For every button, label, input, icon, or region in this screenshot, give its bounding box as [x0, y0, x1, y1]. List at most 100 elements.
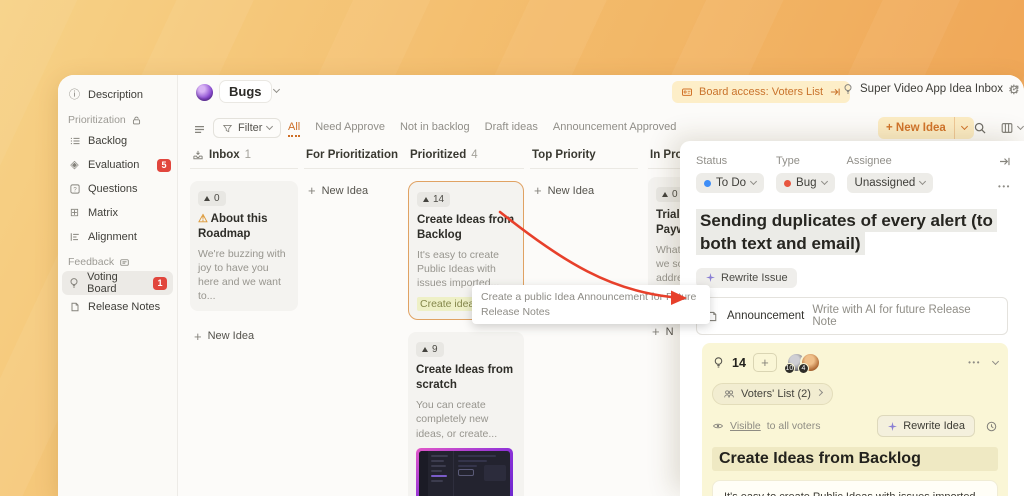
settings-gear-icon[interactable]: ⚙	[1008, 82, 1020, 98]
more-options-icon[interactable]: •••	[998, 182, 1011, 191]
view-columns-button[interactable]	[1000, 121, 1023, 135]
sidebar-item-label: Voting Board	[87, 271, 146, 295]
collapse-panel-icon[interactable]	[998, 155, 1011, 168]
sidebar-item-label: Questions	[88, 183, 138, 195]
funnel-icon	[222, 123, 233, 134]
sidebar-section-label: Prioritization	[68, 114, 126, 126]
divider	[190, 168, 298, 169]
visibility-row: Visible to all voters Rewrite Idea	[712, 415, 998, 437]
rewrite-idea-button[interactable]: Rewrite Idea	[877, 415, 975, 437]
sidebar-item-questions[interactable]: Questions	[58, 177, 177, 201]
idea-vote-count: 14	[732, 356, 746, 370]
new-idea-button[interactable]: + New Idea	[878, 117, 974, 139]
card-about-this-roadmap[interactable]: 0 ⚠ About this Roadmap We're buzzing wit…	[190, 181, 298, 311]
chevron-right-icon	[816, 389, 823, 396]
sidebar-item-matrix[interactable]: ⊞ Matrix	[58, 201, 177, 225]
chevron-down-icon[interactable]	[273, 86, 280, 93]
new-idea-dropdown[interactable]	[954, 117, 974, 139]
avatar[interactable]: 4	[800, 352, 821, 373]
sidebar-section-feedback[interactable]: Feedback	[58, 249, 177, 271]
workspace-link[interactable]: Super Video App Idea Inbox	[842, 83, 1020, 95]
ai-sparkle-icon	[705, 272, 716, 283]
ai-sparkle-icon	[887, 421, 898, 432]
sidebar-item-voting-board[interactable]: Voting Board 1	[62, 271, 173, 295]
column-for-prioritization: For Prioritization +New Idea	[304, 145, 408, 198]
new-idea-row[interactable]: +New Idea	[530, 183, 638, 198]
field-row: Status To Do Type Bug Assignee Unassigne…	[696, 155, 1010, 193]
column-top-priority: Top Priority +New Idea	[530, 145, 638, 198]
add-voter-button[interactable]: +	[753, 353, 777, 372]
sidebar-item-evaluation[interactable]: ◈ Evaluation 5	[58, 153, 177, 177]
idea-title[interactable]: Create Ideas from Backlog	[712, 447, 998, 471]
board-avatar[interactable]	[196, 84, 213, 101]
search-icon[interactable]	[973, 121, 987, 135]
card-body: We're buzzing with joy to have you here …	[198, 247, 290, 304]
type-dropdown[interactable]: Bug	[776, 173, 834, 193]
column-header: Inbox 1	[190, 145, 298, 168]
column-name: Inbox	[209, 149, 240, 161]
avatar-badge: 10	[784, 363, 795, 374]
vote-badge: 9	[416, 342, 444, 357]
voters-list-button[interactable]: Voters' List (2)	[712, 383, 833, 405]
sidebar-item-description[interactable]: ⓘ Description	[58, 83, 177, 107]
column-name: In Pro	[650, 149, 683, 161]
field-label: Type	[776, 155, 834, 167]
tab-all[interactable]: All	[288, 121, 300, 137]
tab-not-in-backlog[interactable]: Not in backlog	[400, 121, 470, 137]
column-count: 4	[471, 149, 477, 161]
board-header: Bugs Board access: Voters List Super Vid…	[178, 75, 1024, 113]
board-title[interactable]: Bugs	[219, 80, 272, 103]
card-create-ideas-from-scratch[interactable]: 9 Create Ideas from scratch You can crea…	[408, 332, 524, 496]
more-options-icon[interactable]: •••	[968, 358, 981, 367]
card-title: Create Ideas from scratch	[416, 363, 516, 393]
tooltip: Create a public Idea Announcement for Fu…	[472, 285, 710, 324]
sidebar: ⓘ Description Prioritization Backlog ◈ E…	[58, 75, 178, 496]
info-icon: ⓘ	[68, 90, 81, 101]
document-icon	[68, 301, 81, 313]
sidebar-item-release-notes[interactable]: Release Notes	[58, 295, 177, 319]
chevron-down-icon[interactable]	[992, 358, 999, 365]
status-dropdown[interactable]: To Do	[696, 173, 764, 193]
visibility-link[interactable]: Visible	[730, 420, 761, 432]
chevron-down-icon	[266, 123, 273, 130]
rewrite-issue-button[interactable]: Rewrite Issue	[696, 268, 797, 288]
linked-idea-card: 14 + 10 4 ••• Voters' List (2) Visible t…	[702, 343, 1008, 496]
column-count: 1	[245, 149, 251, 161]
sidebar-section-prioritization[interactable]: Prioritization	[58, 107, 177, 129]
column-name: For Prioritization	[306, 149, 398, 161]
new-idea-row[interactable]: +New Idea	[190, 329, 298, 344]
tab-draft-ideas[interactable]: Draft ideas	[485, 121, 538, 137]
tab-announcement-approved[interactable]: Announcement Approved	[553, 121, 677, 137]
sidebar-item-label: Description	[88, 89, 143, 101]
list-icon	[68, 135, 81, 147]
sidebar-item-backlog[interactable]: Backlog	[58, 129, 177, 153]
question-icon	[68, 183, 81, 195]
new-idea-row[interactable]: +New Idea	[304, 183, 408, 198]
tab-need-approve[interactable]: Need Approve	[315, 121, 385, 137]
filter-label: Filter	[238, 122, 262, 134]
divider	[408, 168, 524, 169]
column-name: Top Priority	[532, 149, 596, 161]
divider	[530, 168, 638, 169]
sidebar-section-label: Feedback	[68, 256, 114, 268]
alignment-icon	[68, 231, 81, 243]
sidebar-item-alignment[interactable]: Alignment	[58, 225, 177, 249]
sidebar-item-label: Evaluation	[88, 159, 139, 171]
filter-button[interactable]: Filter	[213, 118, 281, 138]
arrow-bar-right-icon	[829, 86, 841, 98]
voter-avatars[interactable]: 10 4	[786, 352, 821, 373]
idea-vote-row: 14 + 10 4 •••	[712, 352, 998, 373]
inbox-tray-icon	[192, 149, 204, 161]
column-header: For Prioritization	[304, 145, 408, 168]
chevron-down-icon	[750, 178, 757, 185]
view-list-icon[interactable]	[193, 123, 206, 136]
announcement-row[interactable]: Announcement Write with AI for future Re…	[696, 297, 1008, 335]
card-body: It's easy to create Public Ideas with is…	[417, 248, 515, 291]
history-clock-icon[interactable]	[985, 420, 998, 433]
upvote-icon	[204, 196, 210, 201]
issue-title[interactable]: Sending duplicates of every alert (to bo…	[696, 209, 1010, 256]
lightbulb-icon	[68, 277, 80, 289]
board-access-button[interactable]: Board access: Voters List	[672, 81, 850, 103]
assignee-dropdown[interactable]: Unassigned	[847, 173, 934, 193]
card-title: ⚠ About this Roadmap	[198, 212, 290, 242]
